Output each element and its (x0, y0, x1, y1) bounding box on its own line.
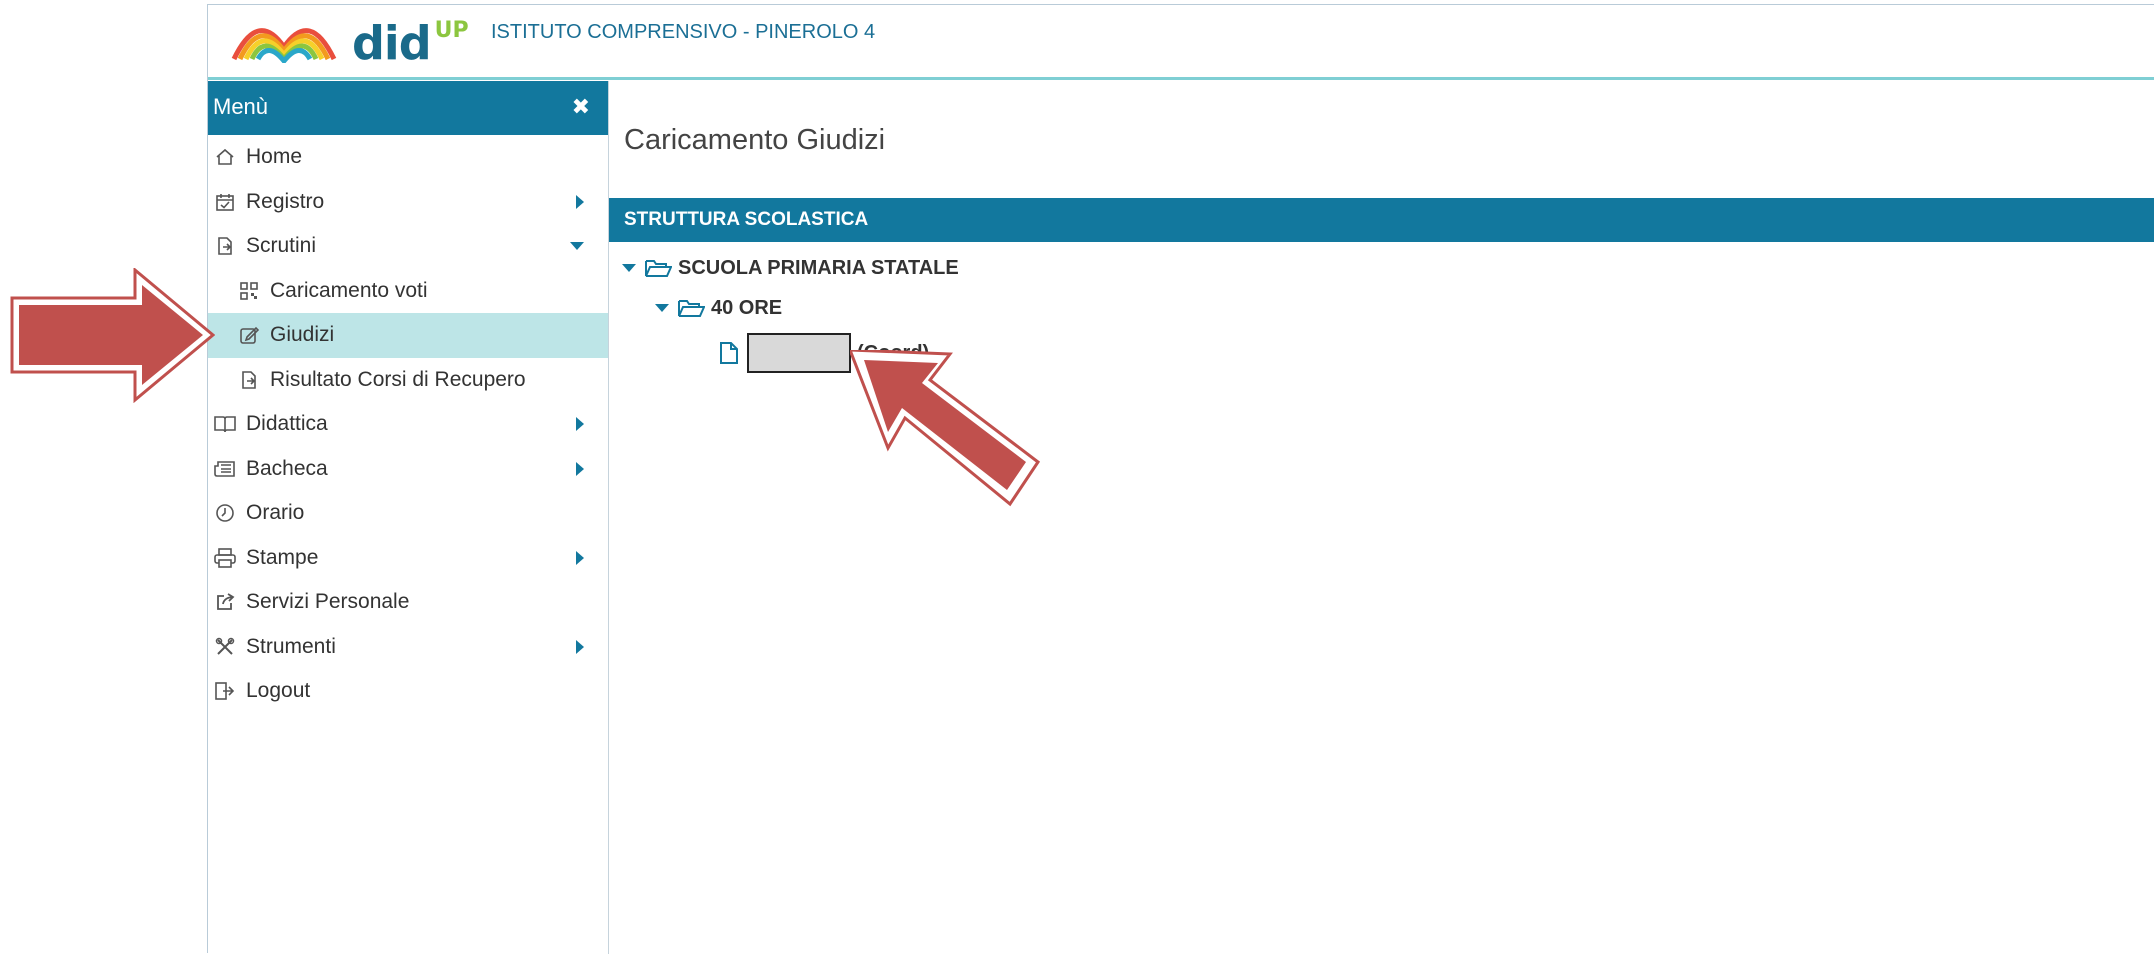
section-header: STRUTTURA SCOLASTICA (609, 198, 2154, 242)
page-title: Caricamento Giudizi (624, 124, 886, 156)
main-content: Caricamento Giudizi STRUTTURA SCOLASTICA… (609, 81, 2154, 954)
caret-right-icon (576, 461, 584, 476)
newspaper-icon (214, 458, 236, 480)
menu-item-home[interactable]: Home (208, 135, 608, 180)
annotation-arrow-up-left (850, 350, 1040, 507)
menu-item-strumenti[interactable]: Strumenti (208, 625, 608, 670)
close-menu-icon[interactable]: ✖ (572, 95, 590, 119)
caret-right-icon (576, 194, 584, 209)
menu-item-label: Orario (246, 501, 305, 525)
file-icon (720, 342, 738, 364)
clock-icon (214, 502, 236, 524)
app-frame: did UP ISTITUTO COMPRENSIVO - PINEROLO 4 … (207, 4, 2154, 954)
calendar-check-icon (214, 191, 236, 213)
caret-down-icon[interactable] (655, 304, 669, 312)
tree-node-school[interactable]: SCUOLA PRIMARIA STATALE (622, 254, 959, 282)
file-export-icon (238, 369, 260, 391)
caret-down-icon[interactable] (622, 264, 636, 272)
menu-item-servizi-personale[interactable]: Servizi Personale (208, 580, 608, 625)
menu-item-label: Didattica (246, 412, 328, 436)
brand-name: did UP (352, 16, 469, 71)
menu-item-label: Logout (246, 679, 311, 703)
menu-item-risultato-corsi[interactable]: Risultato Corsi di Recupero (208, 358, 608, 403)
caret-right-icon (576, 639, 584, 654)
tree-node-label: SCUOLA PRIMARIA STATALE (678, 256, 959, 279)
home-icon (214, 146, 236, 168)
tree-node-label: 40 ORE (711, 296, 783, 319)
annotation-arrow-right (10, 268, 215, 403)
folder-open-icon (645, 260, 672, 277)
menu-item-label: Caricamento voti (270, 278, 428, 302)
share-square-icon (214, 591, 236, 613)
file-export-icon (214, 235, 236, 257)
folder-open-icon (678, 300, 705, 317)
print-icon (214, 547, 236, 569)
menu-item-scrutini[interactable]: Scrutini (208, 224, 608, 269)
sidebar-header: Menù ✖ (208, 81, 608, 135)
menu-item-caricamento-voti[interactable]: Caricamento voti (208, 269, 608, 314)
menu-item-giudizi[interactable]: Giudizi (208, 313, 608, 358)
menu-item-label: Stampe (246, 545, 319, 569)
section-title: STRUTTURA SCOLASTICA (624, 209, 869, 230)
header: did UP ISTITUTO COMPRENSIVO - PINEROLO 4 (208, 5, 2154, 80)
qrcode-icon (238, 280, 260, 302)
menu-item-label: Registro (246, 189, 325, 213)
menu-item-orario[interactable]: Orario (208, 491, 608, 536)
menu-item-label: Bacheca (246, 456, 328, 480)
sidebar-menu: Menù ✖ Home Registro Scrutini Caricament… (208, 81, 609, 954)
menu-item-bacheca[interactable]: Bacheca (208, 447, 608, 492)
menu-item-logout[interactable]: Logout (208, 669, 608, 714)
caret-right-icon (576, 550, 584, 565)
menu-list: Home Registro Scrutini Caricamento voti … (208, 135, 608, 714)
redacted-class-name[interactable] (747, 333, 851, 373)
edit-icon (238, 324, 260, 346)
menu-item-label: Giudizi (270, 323, 335, 347)
caret-down-icon (570, 242, 584, 251)
menu-item-label: Scrutini (246, 234, 317, 258)
menu-item-registro[interactable]: Registro (208, 180, 608, 225)
menu-item-label: Strumenti (246, 634, 336, 658)
menu-item-didattica[interactable]: Didattica (208, 402, 608, 447)
menu-item-label: Risultato Corsi di Recupero (270, 367, 526, 391)
tree-node-group[interactable]: 40 ORE (655, 294, 782, 322)
didup-logo (231, 28, 337, 63)
menu-item-label: Servizi Personale (246, 590, 410, 614)
brand-sup: UP (434, 18, 469, 43)
menu-item-label: Home (246, 145, 303, 169)
sign-out-icon (214, 680, 236, 702)
sidebar-title: Menù (213, 94, 269, 119)
menu-item-stampe[interactable]: Stampe (208, 536, 608, 581)
book-icon (214, 413, 236, 435)
caret-right-icon (576, 417, 584, 432)
school-name: ISTITUTO COMPRENSIVO - PINEROLO 4 (491, 21, 876, 43)
tools-icon (214, 636, 236, 658)
